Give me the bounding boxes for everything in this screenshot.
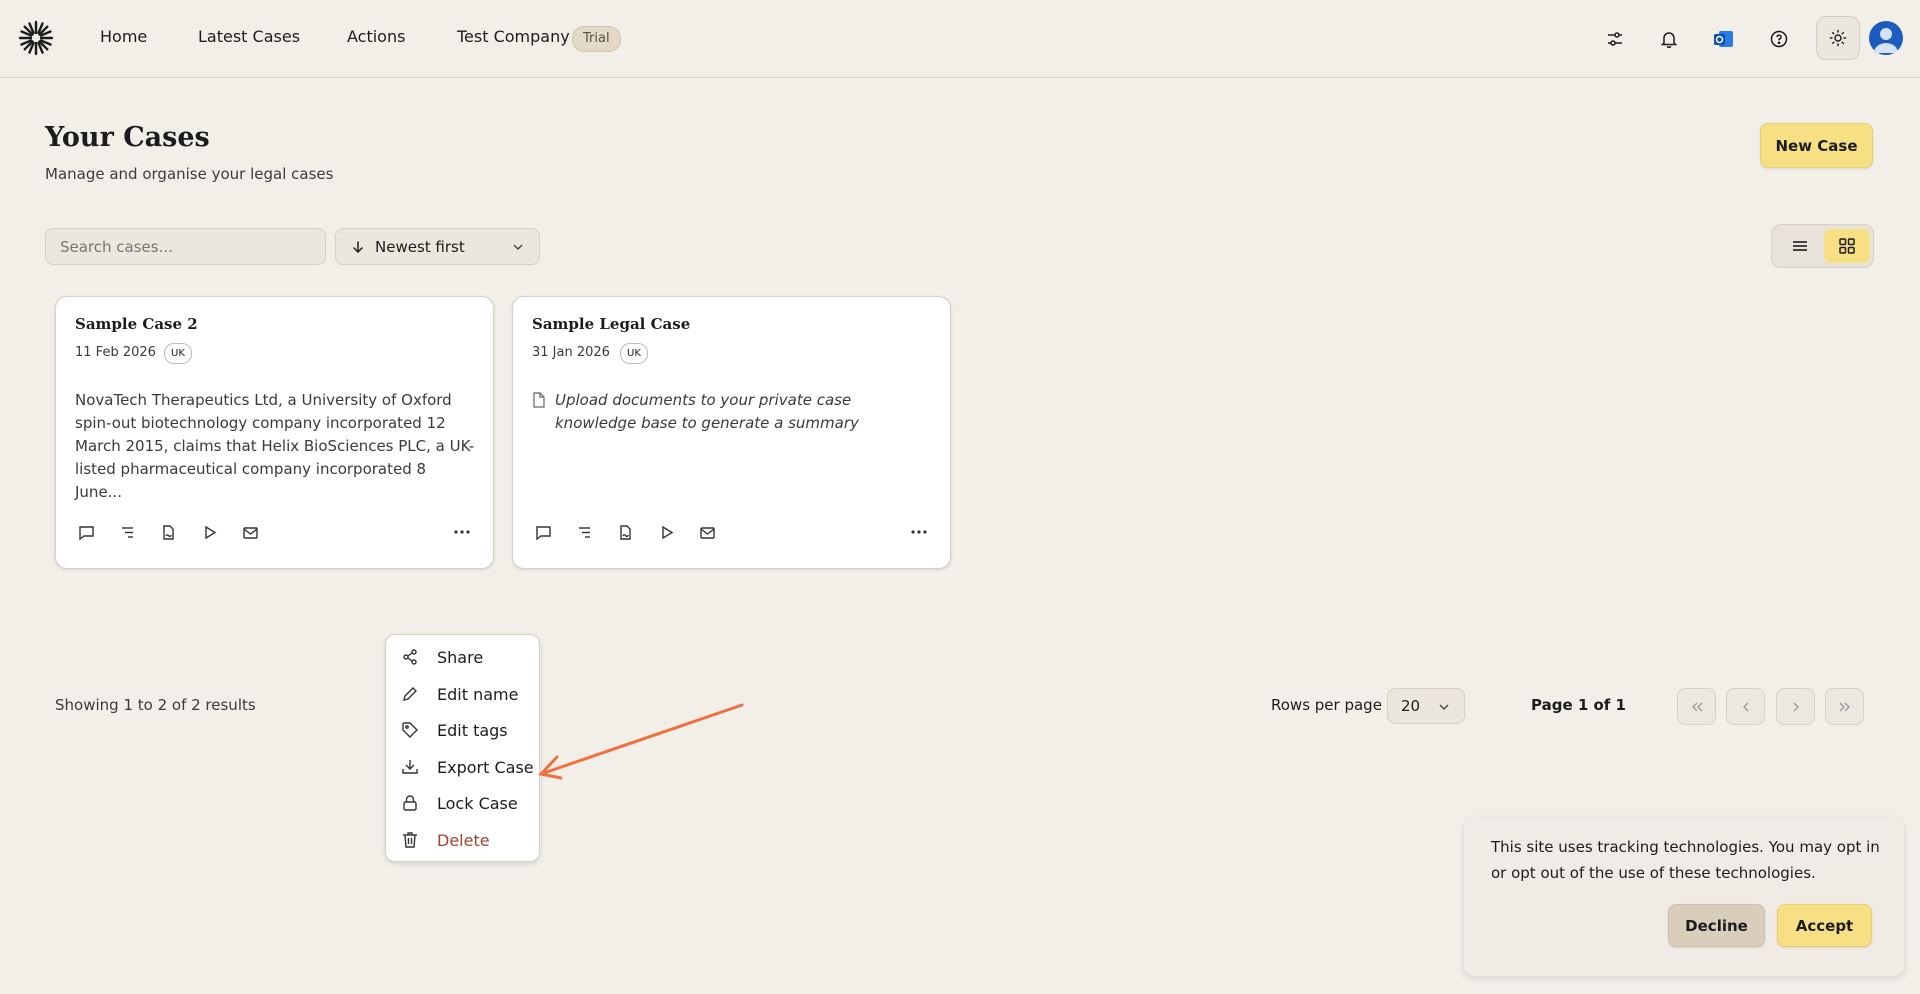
double-chevron-left-icon [1691,702,1702,711]
menu-label: Delete [437,830,490,850]
outlook-icon[interactable] [1709,24,1739,54]
play-icon[interactable] [655,521,677,543]
results-count: Showing 1 to 2 of 2 results [55,696,256,714]
case-card[interactable]: Sample Case 2 11 Feb 2026 UK NovaTech Th… [55,296,494,569]
case-title[interactable]: Sample Case 2 [75,315,198,333]
outline-icon[interactable] [116,521,138,543]
menu-delete[interactable]: Delete [400,825,534,855]
list-icon [1793,241,1807,251]
page-info: Page 1 of 1 [1531,696,1626,714]
more-options-icon[interactable] [908,521,930,543]
theme-toggle-button[interactable] [1816,16,1860,60]
filter-sliders-icon[interactable] [1600,24,1630,54]
tag-icon [400,720,420,740]
list-view-button[interactable] [1777,229,1823,263]
menu-lock-case[interactable]: Lock Case [400,788,534,818]
sort-label: Newest first [375,237,465,256]
chat-icon[interactable] [532,521,554,543]
case-date: 11 Feb 2026 [75,345,156,360]
cookie-text: This site uses tracking technologies. Yo… [1491,838,1880,882]
grid-view-button[interactable] [1824,229,1870,263]
menu-export-case[interactable]: Export Case [400,752,534,782]
chevron-down-icon [1439,704,1449,710]
case-date: 31 Jan 2026 [532,345,610,360]
mail-icon[interactable] [696,521,718,543]
annotation-arrow-icon [538,703,744,780]
chevron-down-icon [513,244,523,250]
page-title: Your Cases [45,122,210,153]
menu-label: Edit tags [437,720,508,740]
case-title[interactable]: Sample Legal Case [532,315,690,333]
pencil-icon [400,684,420,704]
jurisdiction-badge: UK [620,343,648,364]
sign-document-icon[interactable] [614,521,636,543]
share-icon [400,647,420,667]
cookie-banner: This site uses tracking technologies. Yo… [1464,818,1904,976]
grid-icon [1839,238,1855,254]
chat-icon[interactable] [75,521,97,543]
previous-page-button[interactable] [1726,688,1765,725]
mail-icon[interactable] [239,521,261,543]
case-context-menu: Share Edit name Edit tags Export Case Lo… [385,634,540,862]
download-icon [400,757,420,777]
last-page-button[interactable] [1825,688,1864,725]
logo-icon[interactable] [17,19,55,57]
play-icon[interactable] [198,521,220,543]
sort-select[interactable]: Newest first [335,228,540,265]
rows-per-page-value: 20 [1401,697,1421,715]
document-icon [533,392,545,408]
rows-per-page-label: Rows per page [1271,696,1382,714]
menu-label: Export Case [437,757,534,777]
case-summary: NovaTech Therapeutics Ltd, a University … [75,391,475,501]
chevron-left-icon [1742,702,1748,711]
trash-icon [400,830,420,850]
trial-badge: Trial [572,26,621,52]
nav-actions[interactable]: Actions [347,27,405,46]
case-summary-placeholder: Upload documents to your private case kn… [555,391,859,432]
menu-label: Share [437,647,484,667]
menu-edit-tags[interactable]: Edit tags [400,715,534,745]
rows-per-page-select[interactable]: 20 [1387,688,1465,724]
nav-company[interactable]: Test Company [457,27,570,46]
menu-share[interactable]: Share [400,642,534,672]
menu-label: Lock Case [437,793,518,813]
menu-label: Edit name [437,684,519,704]
jurisdiction-badge: UK [164,343,192,364]
view-toggle [1771,224,1874,268]
page-subtitle: Manage and organise your legal cases [45,165,334,183]
first-page-button[interactable] [1677,688,1716,725]
nav-latest-cases[interactable]: Latest Cases [198,27,300,46]
bell-icon[interactable] [1654,24,1684,54]
more-options-icon[interactable] [451,521,473,543]
new-case-button[interactable]: New Case [1760,123,1873,168]
avatar[interactable] [1869,21,1903,55]
top-nav: Home Latest Cases Actions Test Company T… [0,0,1920,78]
nav-home[interactable]: Home [100,27,147,46]
case-card[interactable]: Sample Legal Case 31 Jan 2026 UK Upload … [512,296,951,569]
decline-button[interactable]: Decline [1668,904,1765,947]
help-icon[interactable] [1764,24,1794,54]
menu-edit-name[interactable]: Edit name [400,679,534,709]
sun-icon [1829,29,1847,47]
accept-button[interactable]: Accept [1777,904,1872,947]
next-page-button[interactable] [1776,688,1815,725]
sign-document-icon[interactable] [157,521,179,543]
double-chevron-right-icon [1839,702,1850,711]
search-input[interactable] [45,228,326,265]
chevron-right-icon [1793,702,1799,711]
outline-icon[interactable] [573,521,595,543]
arrow-down-icon [353,240,363,253]
lock-icon [400,793,420,813]
